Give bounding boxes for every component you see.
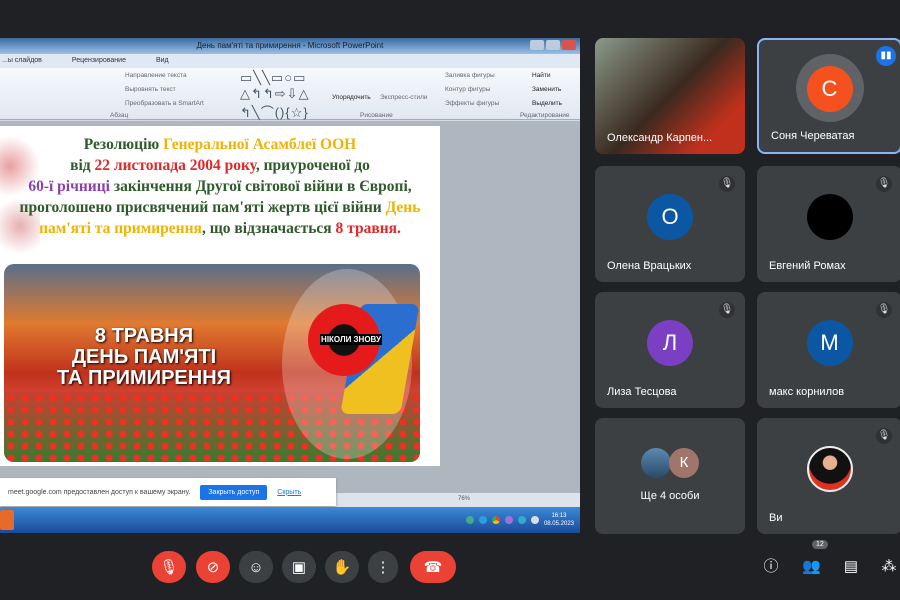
raise-hand-button[interactable]: ✋	[325, 551, 359, 583]
participant-name: Ви	[769, 512, 783, 524]
mic-off-icon: 🎙	[159, 559, 179, 576]
paragraph-group-label: Абзац	[110, 112, 129, 119]
present-button[interactable]: ▣	[282, 551, 316, 583]
mic-off-icon: 🎙	[876, 302, 892, 318]
chrome-icon[interactable]	[491, 516, 500, 524]
participants-count-badge: 12	[812, 540, 828, 549]
banner-text: 8 ТРАВНЯ ДЕНЬ ПАМ'ЯТІ ТА ПРИМИРЕННЯ	[56, 325, 232, 389]
camera-toggle-button[interactable]: ⊘	[196, 551, 230, 583]
participant-tile[interactable]: С ▮▮ Соня Череватая	[757, 38, 900, 154]
start-button[interactable]	[0, 510, 14, 530]
badge-text: НІКОЛИ ЗНОВУ	[320, 334, 382, 345]
emoji-icon: ☺	[248, 558, 264, 576]
avatar: Л	[647, 320, 693, 366]
leave-call-button[interactable]: ☎	[410, 551, 456, 583]
participant-tile[interactable]: О 🎙 Олена Врацьких	[595, 166, 745, 282]
shape-fill-button[interactable]: Заливка фигуры	[445, 72, 495, 79]
avatar	[806, 446, 853, 492]
slide[interactable]: Резолюцію Генеральної Асамблеї ООН від 22…	[0, 126, 440, 466]
participant-name: Олександр Карпен...	[607, 132, 713, 144]
find-button[interactable]: Найти	[532, 72, 551, 79]
zoom-level[interactable]: 76%	[458, 496, 470, 502]
people-icon[interactable]: 👥	[802, 558, 821, 576]
hang-up-icon: ☎	[423, 559, 443, 576]
participant-tile[interactable]: Олександр Карпен...	[595, 38, 745, 154]
mic-off-icon: 🎙	[719, 176, 735, 192]
speaking-indicator-icon: ▮▮	[876, 46, 896, 66]
avatar: К	[669, 448, 699, 478]
raise-hand-icon: ✋	[332, 559, 352, 576]
tab-view[interactable]: Вид	[156, 54, 169, 68]
participant-tile-self[interactable]: 🎙 Ви	[757, 418, 900, 534]
avatar	[641, 448, 671, 478]
avatar	[806, 194, 853, 240]
drawing-group-label: Рисование	[360, 112, 393, 119]
participant-tile[interactable]: М 🎙 макс корнилов	[757, 292, 900, 408]
participant-name: Олена Врацьких	[607, 260, 692, 272]
minimize-button[interactable]	[530, 40, 544, 50]
participant-tile[interactable]: 🎙 Евгений Ромах	[757, 166, 900, 282]
more-icon: ⋮	[375, 559, 391, 576]
tray-icon[interactable]	[465, 516, 474, 524]
editing-group-label: Редактирование	[520, 112, 570, 119]
ribbon-tabs: ...ы слайдов Рецензирование Вид	[0, 54, 580, 68]
ribbon: Направление текста Выровнять текст Преоб…	[0, 68, 580, 120]
tab-review[interactable]: Рецензирование	[72, 54, 126, 68]
shape-effects-button[interactable]: Эффекты фигуры	[445, 100, 499, 107]
avatar: М	[806, 320, 853, 366]
participant-name: Ще 4 особи	[640, 490, 700, 502]
activities-icon[interactable]: ⁂	[880, 558, 898, 576]
tray-icon[interactable]	[517, 516, 526, 524]
resolution-text: Резолюцію Генеральної Асамблеї ООН від 22…	[19, 136, 421, 237]
participant-name: макс корнилов	[769, 386, 845, 398]
clock[interactable]: 16:13 08.05.2023	[544, 512, 574, 528]
shape-outline-button[interactable]: Контур фигуры	[445, 86, 490, 93]
window-title: День пам'яті та примирення - Microsoft P…	[196, 41, 384, 50]
tab-slideshow[interactable]: ...ы слайдов	[2, 54, 42, 68]
screen-share: День пам'яті та примирення - Microsoft P…	[0, 38, 580, 533]
participant-name: Евгений Ромах	[769, 260, 846, 272]
quick-styles-button[interactable]: Экспресс-стили	[380, 94, 428, 101]
avatar: О	[647, 194, 693, 240]
hide-link[interactable]: Скрыть	[277, 489, 301, 496]
mic-off-icon: 🎙	[876, 176, 892, 192]
participant-tile-more[interactable]: К Ще 4 особи	[595, 418, 745, 534]
tray-icon[interactable]	[478, 516, 487, 524]
participant-name: Лиза Тесцова	[607, 386, 677, 398]
avatar: С	[806, 66, 853, 112]
stop-sharing-button[interactable]: Закрыть доступ	[200, 484, 268, 500]
arrange-button[interactable]: Упорядочить	[332, 94, 371, 101]
reactions-button[interactable]: ☺	[239, 551, 273, 583]
share-notice-text: meet.google.com предоставлен доступ к ва…	[8, 488, 191, 496]
slide-area: Резолюцію Генеральної Асамблеї ООН від 22…	[0, 121, 580, 501]
more-options-button[interactable]: ⋮	[368, 551, 398, 583]
mic-toggle-button[interactable]: 🎙	[152, 551, 186, 583]
close-button[interactable]	[562, 40, 576, 50]
share-notice: meet.google.com предоставлен доступ к ва…	[0, 478, 336, 506]
mic-off-icon: 🎙	[719, 302, 735, 318]
shapes-gallery[interactable]: ▭╲╲▭○▭ △↰↰⇨⇩△ ↰╲⌒(){☆}	[240, 70, 310, 121]
mic-off-icon: 🎙	[876, 428, 892, 444]
camera-off-icon: ⊘	[206, 559, 220, 576]
select-button[interactable]: Выделить	[532, 100, 562, 107]
windows-taskbar: 16:13 08.05.2023	[0, 507, 580, 533]
participant-tile[interactable]: Л 🎙 Лиза Тесцова	[595, 292, 745, 408]
align-text-button[interactable]: Выровнять текст	[125, 86, 176, 93]
participant-name: Соня Череватая	[771, 130, 855, 142]
memorial-banner-image: 8 ТРАВНЯДЕНЬ ПАМ'ЯТІТА ПРИМИРЕННЯ 1939 1…	[4, 264, 420, 462]
present-icon: ▣	[291, 559, 307, 576]
volume-icon[interactable]	[530, 516, 539, 524]
chat-icon[interactable]: ▤	[842, 558, 860, 576]
replace-button[interactable]: Заменить	[532, 86, 561, 93]
window-titlebar: День пам'яті та примирення - Microsoft P…	[0, 38, 580, 54]
info-icon[interactable]: ⓘ	[762, 558, 780, 576]
tray-icon[interactable]	[504, 516, 513, 524]
smartart-button[interactable]: Преобразовать в SmartArt	[125, 100, 204, 107]
text-direction-button[interactable]: Направление текста	[125, 72, 187, 79]
maximize-button[interactable]	[546, 40, 560, 50]
